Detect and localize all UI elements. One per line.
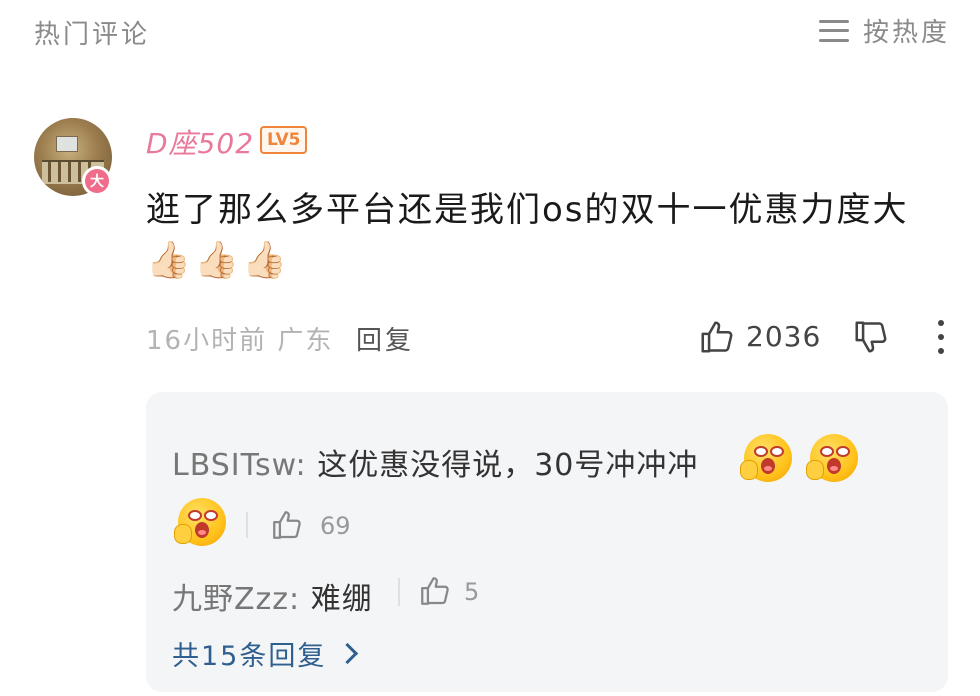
reply-username[interactable]: 九野Zzz: — [172, 582, 300, 617]
like-count: 2036 — [746, 320, 822, 353]
divider — [246, 512, 248, 538]
menu-icon — [818, 19, 849, 42]
comment-location: 广东 — [277, 326, 334, 356]
reply-username[interactable]: LBSITsw: — [172, 448, 307, 483]
reply-item[interactable]: LBSITsw: 这优惠没得说，30号冲冲冲 — [172, 440, 698, 484]
thumbs-up-emoji: 👍🏻 — [242, 240, 287, 281]
avatar-badge: 大 — [82, 166, 112, 196]
thumbs-up-emoji: 👍🏻 — [194, 240, 239, 281]
comment-text: 逛了那么多平台还是我们os的双十一优惠力度大 — [146, 190, 909, 230]
section-title: 热门评论 — [34, 20, 151, 50]
like-icon[interactable] — [698, 318, 736, 356]
divider — [398, 578, 400, 606]
thumbs-up-emoji: 👍🏻 — [146, 240, 191, 281]
reply-item[interactable]: 九野Zzz: 难绷 — [172, 574, 373, 618]
reply-like-icon[interactable] — [270, 508, 304, 542]
reply-text: 难绷 — [300, 582, 373, 617]
reply-like-count: 69 — [320, 512, 351, 540]
shout-emoji-icon — [740, 434, 792, 482]
level-badge: LV5 — [260, 126, 308, 154]
reply-like-icon[interactable] — [418, 574, 452, 608]
more-options-icon[interactable] — [936, 320, 946, 354]
chevron-right-icon — [337, 642, 359, 665]
sort-label: 按热度 — [862, 18, 950, 48]
comment-time: 16小时前 — [146, 326, 268, 356]
shout-emoji-icon — [174, 498, 226, 546]
reply-button[interactable]: 回复 — [356, 320, 414, 357]
dislike-icon[interactable] — [852, 318, 890, 356]
comment-emojis: 👍🏻 👍🏻 👍🏻 — [146, 240, 287, 282]
sort-button[interactable]: 按热度 — [818, 12, 950, 49]
more-replies-link[interactable]: 共15条回复 — [172, 634, 359, 673]
shout-emoji-icon — [806, 434, 858, 482]
more-replies-label: 共15条回复 — [172, 641, 327, 672]
comment-meta: 16小时前 广东 — [146, 320, 333, 357]
reply-text: 这优惠没得说，30号冲冲冲 — [306, 448, 699, 483]
reply-like-count: 5 — [464, 578, 480, 606]
comment-username[interactable]: D座502 — [146, 122, 254, 162]
